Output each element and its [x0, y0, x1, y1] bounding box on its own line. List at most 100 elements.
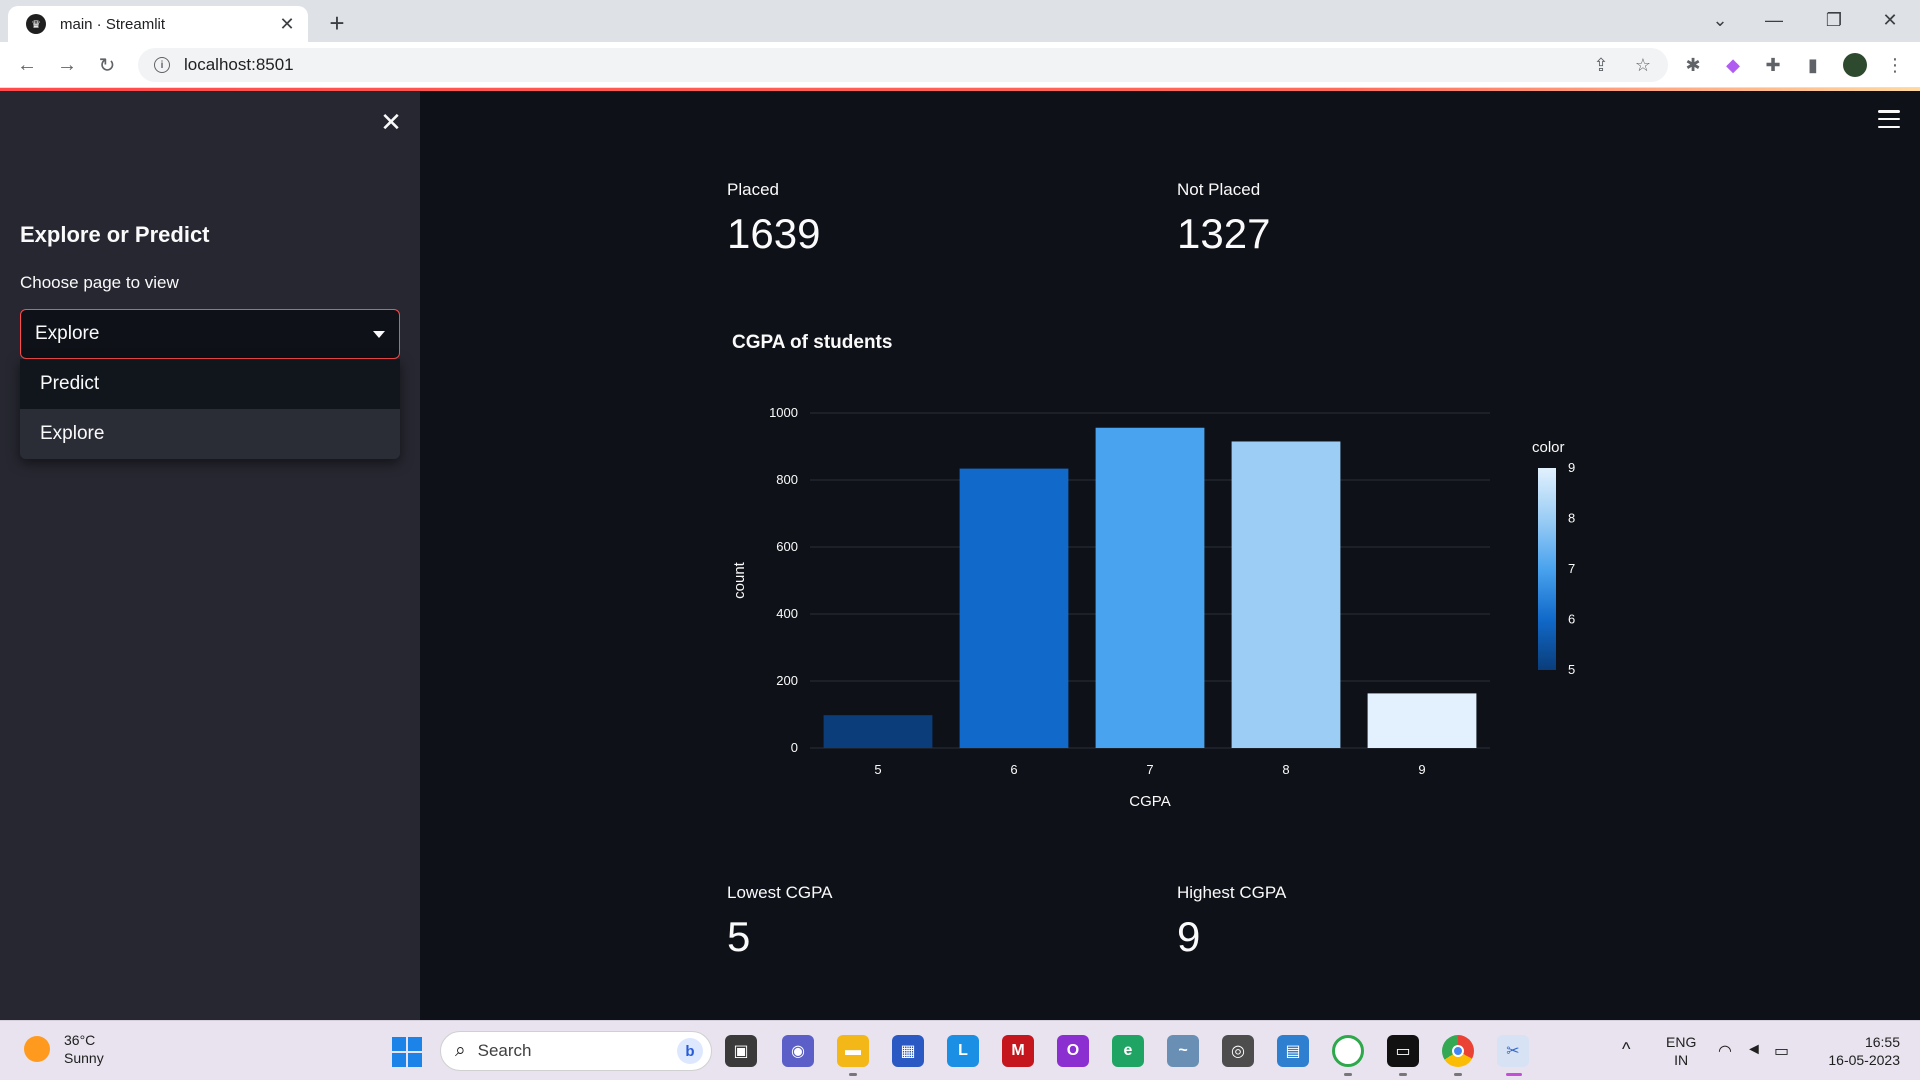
page-select-label: Choose page to view	[20, 273, 179, 292]
camera-icon[interactable]: ◎	[1222, 1035, 1254, 1067]
clock[interactable]: 16:55 16-05-2023	[1812, 1033, 1900, 1069]
colorbar-tick-label: 7	[1568, 561, 1575, 576]
option-explore[interactable]: Explore	[20, 409, 400, 459]
x-axis-title: CGPA	[1129, 793, 1170, 810]
y-tick-label: 1000	[769, 405, 798, 420]
page-select-dropdown: Predict Explore	[20, 359, 400, 459]
option-predict[interactable]: Predict	[20, 359, 400, 409]
back-icon[interactable]: ←	[12, 50, 42, 80]
running-indicator	[849, 1073, 857, 1076]
windows-start-icon[interactable]	[392, 1037, 422, 1067]
lang-code: ENG	[1666, 1034, 1697, 1050]
metric-value: 1327	[1177, 210, 1271, 257]
battery-icon[interactable]: ▭	[1774, 1041, 1789, 1061]
forward-icon[interactable]: →	[52, 50, 82, 80]
x-tick-label: 6	[1010, 762, 1017, 777]
taskbar-search[interactable]: ⌕ Search b	[440, 1031, 712, 1071]
y-tick-label: 200	[776, 673, 798, 688]
mcafee-icon[interactable]: M	[1002, 1035, 1034, 1067]
sidebar: ✕ Explore or Predict Choose page to view…	[0, 91, 420, 1020]
task-view-icon[interactable]: ▣	[725, 1035, 757, 1067]
page-select-value: Explore	[35, 323, 100, 344]
file-explorer-icon[interactable]: ▬	[837, 1035, 869, 1067]
x-tick-label: 8	[1282, 762, 1289, 777]
browser-toolbar: ← → ↻ i localhost:8501 ⇪ ☆ ✱ ◆ ✚ ▮ ⋮	[0, 42, 1920, 88]
bar[interactable]	[959, 468, 1069, 748]
site-info-icon[interactable]: i	[154, 57, 170, 73]
weather-temp: 36°C	[64, 1032, 96, 1048]
side-panel-icon[interactable]: ▮	[1800, 52, 1826, 78]
volume-icon[interactable]: ◄	[1746, 1041, 1762, 1059]
main-menu-icon[interactable]	[1878, 110, 1900, 128]
y-axis-title: count	[731, 561, 748, 599]
metric-placed: Placed 1639	[727, 180, 820, 258]
address-bar[interactable]: i localhost:8501	[138, 48, 1668, 82]
weather-widget[interactable]: 36°C Sunny	[24, 1031, 104, 1067]
search-icon: ⌕	[455, 1040, 466, 1061]
colorbar-tick-label: 6	[1568, 612, 1575, 627]
colorbar-tick-label: 5	[1568, 662, 1575, 677]
bar[interactable]	[823, 715, 933, 748]
bar[interactable]	[1095, 427, 1205, 748]
running-indicator	[1454, 1073, 1462, 1076]
bar[interactable]	[1231, 441, 1341, 748]
tab-close-icon[interactable]: ✕	[276, 14, 298, 35]
minimize-button[interactable]: —	[1754, 4, 1794, 36]
metric-label: Highest CGPA	[1177, 883, 1287, 902]
weather-desc: Sunny	[64, 1050, 104, 1066]
wifi-icon[interactable]: ◠	[1718, 1041, 1732, 1061]
photos-icon[interactable]: ~	[1167, 1035, 1199, 1067]
page-select[interactable]: Explore	[20, 309, 400, 359]
bookmark-star-icon[interactable]: ☆	[1630, 52, 1656, 78]
extensions-puzzle-icon[interactable]: ✚	[1760, 52, 1786, 78]
metric-highest-cgpa: Highest CGPA 9	[1177, 883, 1286, 961]
streamlit-favicon-icon: ♛	[26, 14, 46, 34]
snipping-tool-icon[interactable]: ✂	[1497, 1035, 1529, 1067]
x-tick-label: 5	[874, 762, 881, 777]
new-tab-button[interactable]: +	[322, 8, 352, 38]
tab-title: main · Streamlit	[60, 15, 166, 33]
search-placeholder: Search	[477, 1041, 532, 1060]
teams-chat-icon[interactable]: ◉	[782, 1035, 814, 1067]
metric-lowest-cgpa: Lowest CGPA 5	[727, 883, 833, 961]
colorbar-tick-label: 9	[1568, 460, 1575, 475]
y-tick-label: 400	[776, 606, 798, 621]
share-icon[interactable]: ⇪	[1588, 52, 1614, 78]
bing-icon[interactable]: b	[677, 1038, 703, 1064]
tab-search-chevron-icon[interactable]: ⌄	[1700, 4, 1740, 36]
language-indicator[interactable]: ENG IN	[1666, 1033, 1696, 1069]
loading-app-icon[interactable]	[1332, 1035, 1364, 1067]
running-indicator	[1399, 1073, 1407, 1076]
cgpa-bar-chart[interactable]: 0 200 400 600 800 1000 5 6 7 8 9 CGPA count color 5 6 7 8…	[720, 380, 1600, 820]
running-indicator	[1344, 1073, 1352, 1076]
colorbar-title: color	[1532, 439, 1565, 456]
profile-avatar[interactable]	[1842, 52, 1868, 78]
l-app-icon[interactable]: L	[947, 1035, 979, 1067]
browser-menu-icon[interactable]: ⋮	[1882, 52, 1908, 78]
extension-bug-icon[interactable]: ✱	[1680, 52, 1706, 78]
browser-tab[interactable]: ♛ main · Streamlit ✕	[8, 6, 308, 42]
clock-date: 16-05-2023	[1828, 1052, 1900, 1068]
x-tick-label: 7	[1146, 762, 1153, 777]
terminal-icon[interactable]: ▭	[1387, 1035, 1419, 1067]
close-sidebar-icon[interactable]: ✕	[378, 109, 404, 135]
metric-not-placed: Not Placed 1327	[1177, 180, 1270, 258]
control-panel-icon[interactable]: ▤	[1277, 1035, 1309, 1067]
restore-button[interactable]: ❐	[1814, 4, 1854, 36]
y-tick-label: 800	[776, 472, 798, 487]
microsoft-store-icon[interactable]: ▦	[892, 1035, 924, 1067]
url-text: localhost:8501	[184, 55, 294, 74]
browser-tab-strip: ♛ main · Streamlit ✕ + ⌄ — ❐ ✕	[0, 0, 1920, 42]
edge-icon[interactable]: e	[1112, 1035, 1144, 1067]
bar[interactable]	[1367, 693, 1477, 748]
extension-gradient-icon[interactable]: ◆	[1720, 52, 1746, 78]
window-close-button[interactable]: ✕	[1870, 4, 1910, 36]
chart-title: CGPA of students	[732, 332, 893, 353]
metric-label: Placed	[727, 180, 779, 199]
metric-label: Not Placed	[1177, 180, 1261, 199]
chevron-up-icon[interactable]: ^	[1622, 1039, 1630, 1060]
reload-icon[interactable]: ↻	[92, 50, 122, 80]
chrome-icon[interactable]	[1442, 1035, 1474, 1067]
cortana-icon[interactable]: O	[1057, 1035, 1089, 1067]
y-tick-label: 600	[776, 539, 798, 554]
